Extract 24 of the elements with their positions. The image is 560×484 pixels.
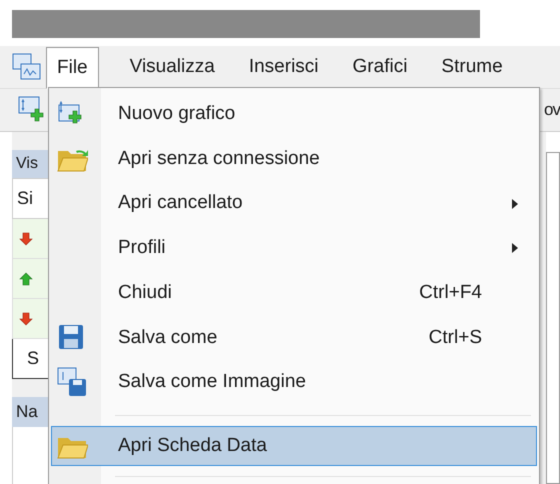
app-icon[interactable] — [12, 52, 42, 82]
toolbar-text: ov — [544, 99, 560, 122]
menu-item[interactable]: Nuovo grafico — [51, 92, 537, 137]
menu-item[interactable]: Chiudi Ctrl+F4 — [51, 270, 537, 316]
image-save-icon — [56, 366, 88, 398]
menu-item[interactable]: Salva come Ctrl+S — [51, 315, 537, 360]
shortcut-text: Ctrl+S — [428, 326, 482, 350]
menu-label: Chiudi — [118, 280, 173, 305]
menu-item[interactable]: Grafici — [342, 48, 418, 86]
menu-label: Apri senza connessione — [118, 146, 321, 171]
new-chart-icon[interactable] — [18, 96, 46, 124]
menu-item[interactable]: Profili — [51, 226, 537, 271]
menu-label: Salva come Immagine — [118, 370, 307, 394]
shortcut-text: Ctrl+F4 — [419, 280, 482, 305]
menu-label: Nuovo grafico — [118, 102, 236, 126]
menu-label: Salva come — [118, 326, 218, 350]
menu-item[interactable]: Strume — [430, 48, 514, 86]
menu-label: Apri cancellato — [118, 191, 244, 216]
menu-item[interactable]: File — [46, 47, 99, 89]
menu-label: Apri Scheda Data — [118, 434, 268, 458]
menu-item[interactable]: Inserisci — [238, 48, 330, 86]
menu-item[interactable]: Visualizza — [118, 48, 226, 86]
menu-item[interactable]: Apri Scheda Data — [51, 426, 537, 466]
menu-label: Profili — [118, 236, 167, 260]
